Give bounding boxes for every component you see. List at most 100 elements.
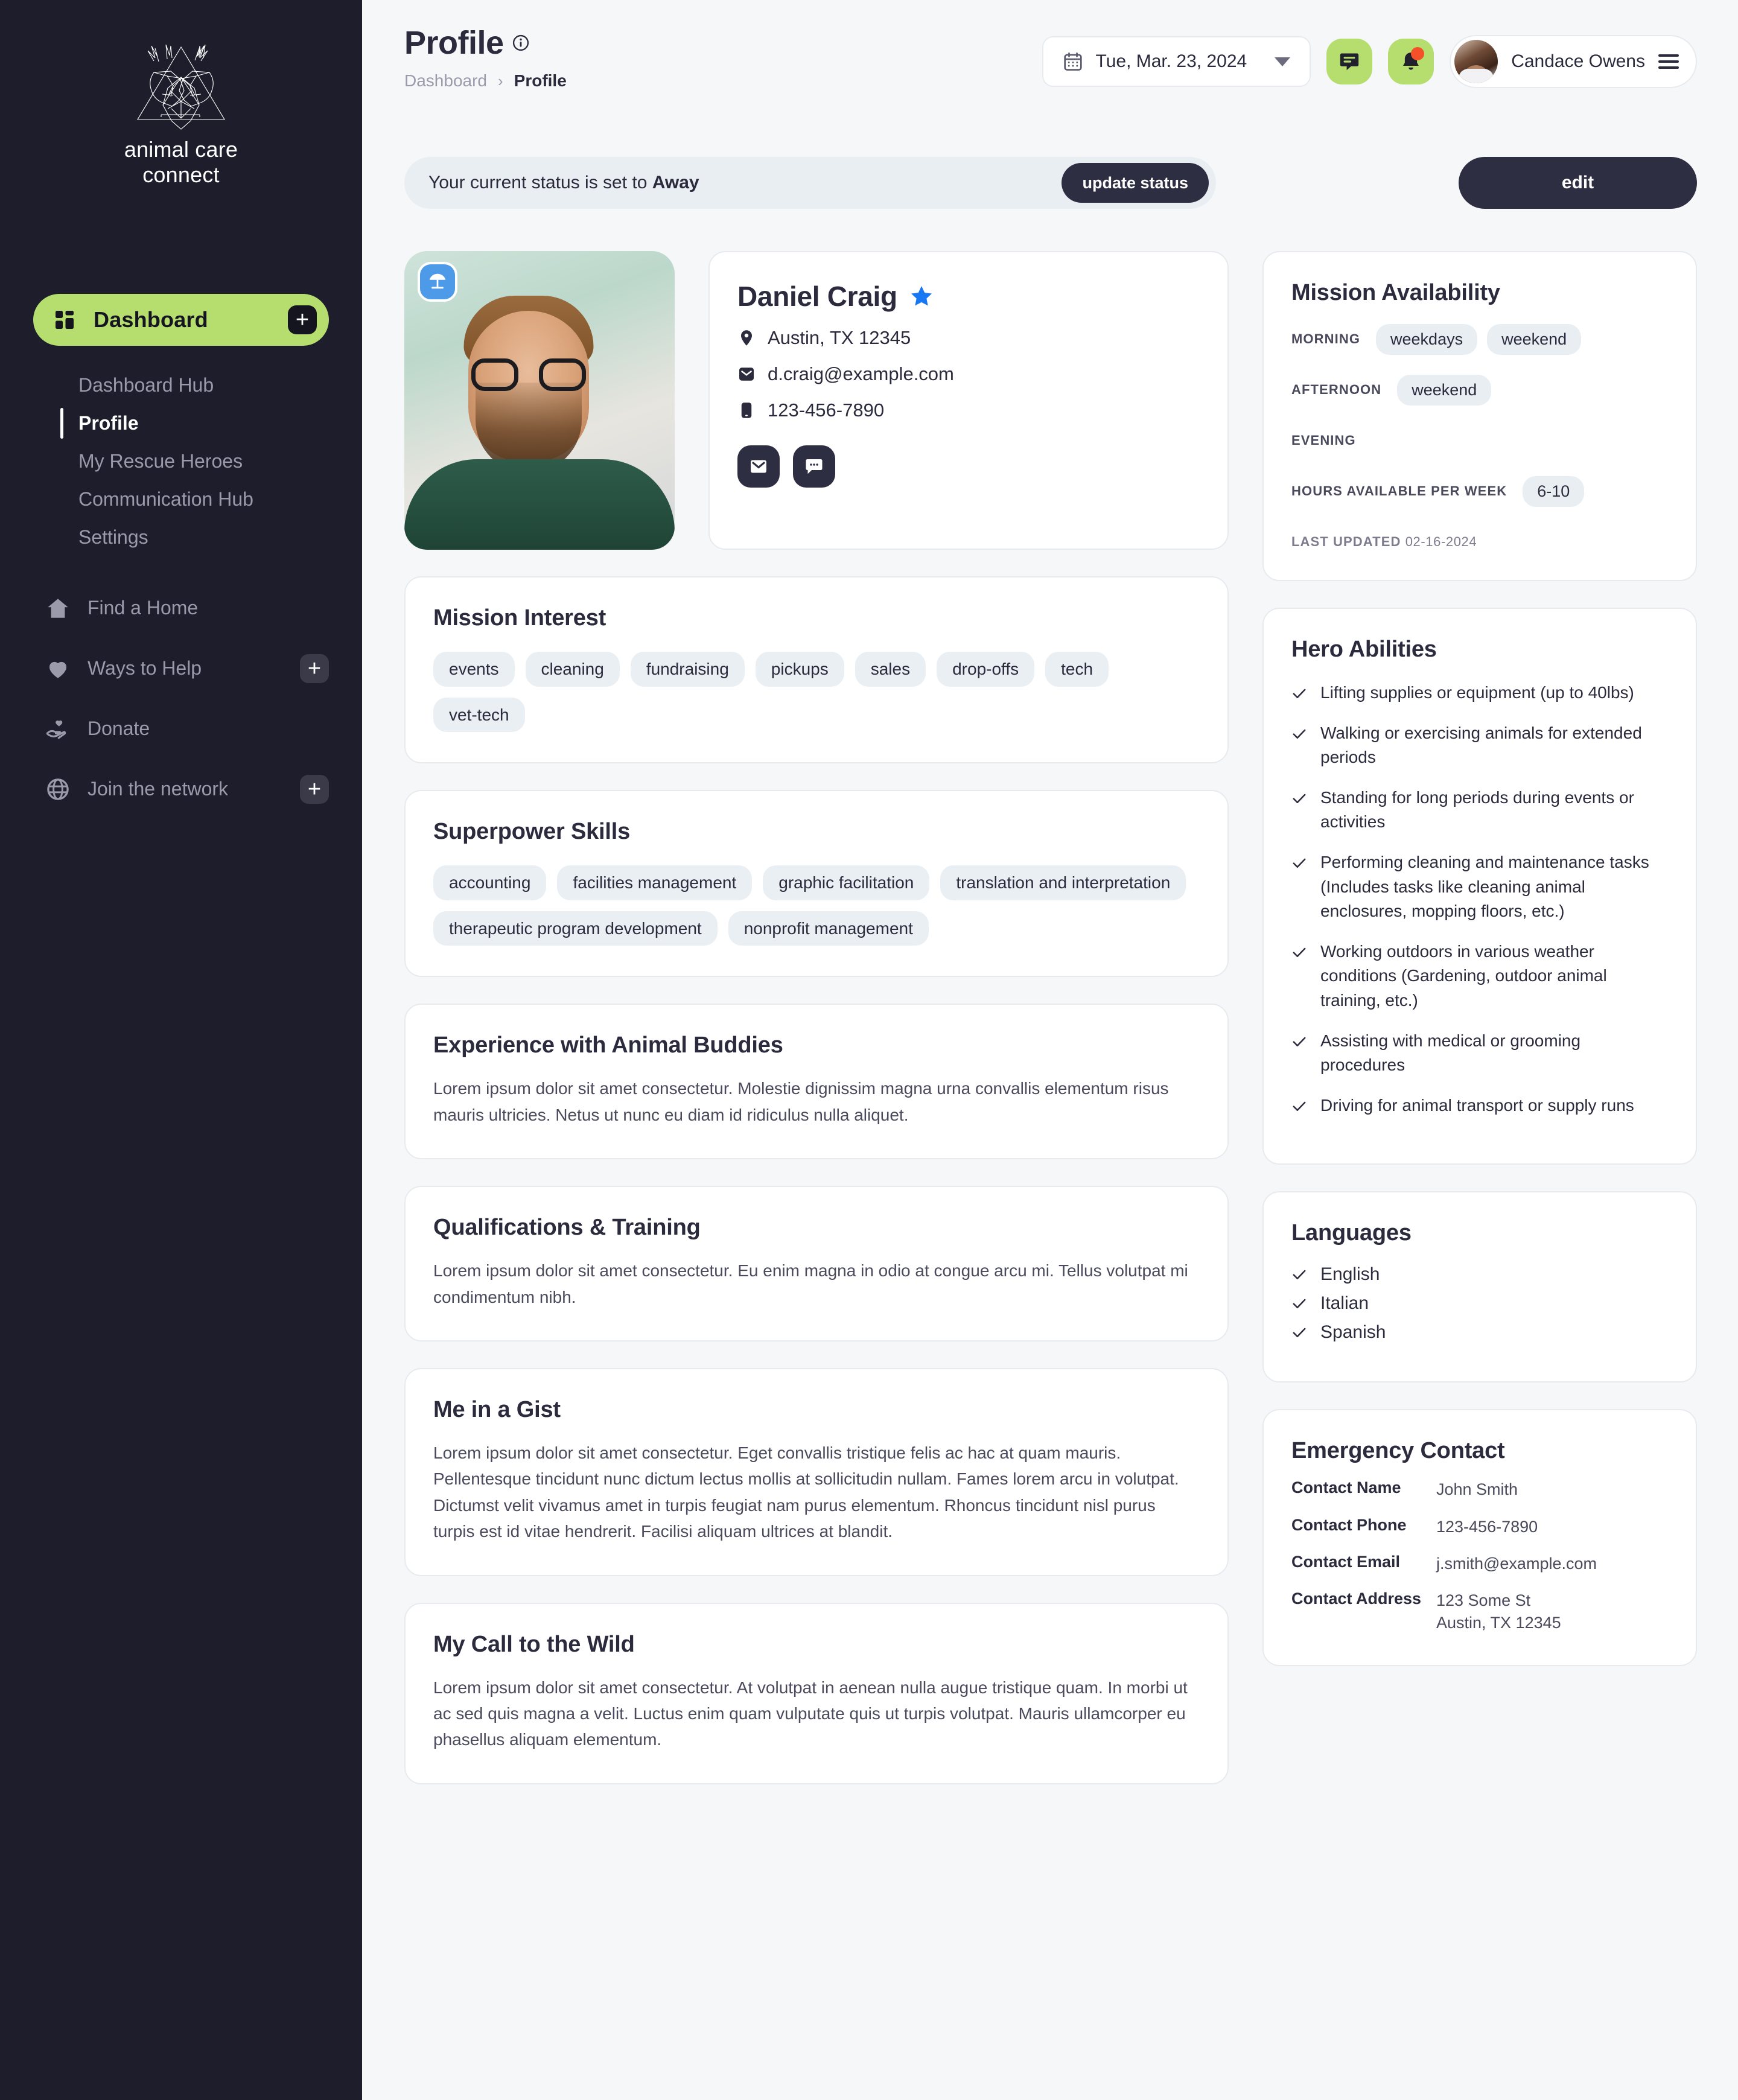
sidebar-item-communication-hub[interactable]: Communication Hub <box>60 480 362 518</box>
sidebar-item-my-rescue-heroes[interactable]: My Rescue Heroes <box>60 442 362 480</box>
contact-address-label: Contact Address <box>1291 1589 1422 1608</box>
date-picker[interactable]: Tue, Mar. 23, 2024 <box>1042 36 1311 87</box>
mission-interest-title: Mission Interest <box>433 605 606 631</box>
location-pin-icon <box>741 330 752 346</box>
list-item: Assisting with medical or grooming proce… <box>1291 1029 1668 1078</box>
qualifications-body: Lorem ipsum dolor sit amet consectetur. … <box>433 1261 1188 1306</box>
avatar <box>1454 40 1498 83</box>
sidebar-item-ways-to-help[interactable]: Ways to Help + <box>0 638 362 699</box>
check-icon <box>1293 689 1306 698</box>
tag-chip[interactable]: pickups <box>755 652 844 687</box>
emergency-contact-card: Emergency Contact Contact Name John Smit… <box>1262 1409 1697 1666</box>
tag-chip[interactable]: fundraising <box>630 652 745 687</box>
contact-phone-value: 123-456-7890 <box>1436 1517 1538 1536</box>
sidebar-item-dashboard[interactable]: Dashboard + <box>33 293 329 346</box>
home-icon <box>48 599 68 618</box>
check-icon <box>1293 1328 1306 1338</box>
availability-values: weekend <box>1397 374 1492 406</box>
tag-chip[interactable]: sales <box>855 652 926 687</box>
mission-availability-card: Mission Availability MORNING weekdays we… <box>1262 251 1697 581</box>
profile-email[interactable]: d.craig@example.com <box>768 363 954 385</box>
availability-chip[interactable]: weekend <box>1487 323 1582 355</box>
hero-ability-text: Assisting with medical or grooming proce… <box>1320 1031 1581 1075</box>
send-email-button[interactable] <box>737 445 780 488</box>
tag-chip[interactable]: translation and interpretation <box>940 865 1186 900</box>
profile-photo-wrap <box>404 251 675 550</box>
contact-name-label: Contact Name <box>1291 1478 1401 1497</box>
availability-chip[interactable]: weekdays <box>1376 323 1478 355</box>
sidebar-item-profile[interactable]: Profile <box>60 404 362 442</box>
sidebar-item-settings[interactable]: Settings <box>60 518 362 556</box>
breadcrumb-current: Profile <box>514 71 567 90</box>
experience-card: Experience with Animal Buddies Lorem ips… <box>404 1004 1229 1160</box>
page-title: Profile <box>404 24 567 62</box>
tag-chip[interactable]: accounting <box>433 865 547 900</box>
sidebar-item-dashboard-hub[interactable]: Dashboard Hub <box>60 366 362 404</box>
availability-hours-row: HOURS AVAILABLE PER WEEK 6-10 <box>1291 474 1668 509</box>
availability-chip[interactable]: weekend <box>1397 374 1492 406</box>
qualifications-card: Qualifications & Training Lorem ipsum do… <box>404 1186 1229 1341</box>
tag-chip[interactable]: facilities management <box>557 865 753 900</box>
sidebar-item-join-the-network[interactable]: Join the network + <box>0 759 362 819</box>
brand-logo[interactable]: animal care connect <box>0 30 362 188</box>
language-text: English <box>1320 1264 1380 1285</box>
sidebar-item-find-a-home-label: Find a Home <box>88 597 199 619</box>
globe-icon <box>47 778 69 800</box>
hero-ability-text: Lifting supplies or equipment (up to 40l… <box>1320 683 1634 702</box>
breadcrumb-parent[interactable]: Dashboard <box>404 71 487 91</box>
brand-name-line1: animal care <box>124 137 238 162</box>
sidebar-sections: Find a Home Ways to Help + Donate Join t… <box>0 578 362 819</box>
edit-button[interactable]: edit <box>1459 157 1697 209</box>
tag-chip[interactable]: vet-tech <box>433 697 525 733</box>
top-bar-actions: Tue, Mar. 23, 2024 Candace Owens <box>1042 24 1697 88</box>
sidebar-item-donate[interactable]: Donate <box>0 699 362 759</box>
join-network-add-button[interactable]: + <box>300 774 329 804</box>
availability-key: MORNING <box>1291 331 1361 346</box>
page-title-text: Profile <box>404 25 504 61</box>
tag-chip[interactable]: cleaning <box>525 652 620 687</box>
last-updated-value: 02-16-2024 <box>1405 534 1477 549</box>
beach-umbrella-glyph <box>429 273 446 289</box>
tag-chip[interactable]: nonprofit management <box>728 911 929 946</box>
emergency-contact-table: Contact Name John Smith Contact Phone 12… <box>1291 1478 1668 1634</box>
user-menu[interactable]: Candace Owens <box>1450 35 1697 88</box>
list-item: Performing cleaning and maintenance task… <box>1291 850 1668 924</box>
check-icon <box>1293 729 1306 739</box>
ways-to-help-add-button[interactable]: + <box>300 654 329 683</box>
table-row: Contact Email j.smith@example.com <box>1291 1553 1668 1575</box>
availability-key: EVENING <box>1291 433 1356 448</box>
brand-name: animal care connect <box>124 137 238 188</box>
tag-chip[interactable]: tech <box>1045 652 1109 687</box>
check-icon <box>1293 1101 1306 1111</box>
tag-chip[interactable]: events <box>433 652 515 687</box>
list-item: Driving for animal transport or supply r… <box>1291 1093 1668 1118</box>
check-icon <box>1293 794 1306 803</box>
envelope-icon <box>739 368 754 381</box>
call-to-the-wild-title: My Call to the Wild <box>433 1631 635 1657</box>
send-message-button[interactable] <box>793 445 835 488</box>
top-bar: Profile Dashboard › Profile Tue, Mar. 23… <box>404 24 1697 91</box>
status-text: Your current status is set to Away <box>428 173 699 193</box>
notifications-button[interactable] <box>1388 39 1434 84</box>
menu-icon[interactable] <box>1658 54 1679 69</box>
me-in-a-gist-body: Lorem ipsum dolor sit amet consectetur. … <box>433 1443 1179 1541</box>
info-icon[interactable] <box>512 34 529 51</box>
dashboard-add-button[interactable]: + <box>288 305 317 334</box>
beach-umbrella-icon[interactable] <box>418 262 457 302</box>
contact-address-value: 123 Some St Austin, TX 12345 <box>1436 1591 1561 1632</box>
sidebar-nav: Dashboard + Dashboard Hub Profile My Res… <box>0 293 362 819</box>
date-picker-value: Tue, Mar. 23, 2024 <box>1095 51 1247 71</box>
tag-chip[interactable]: therapeutic program development <box>433 911 718 946</box>
messages-button[interactable] <box>1326 39 1373 84</box>
mission-interest-card: Mission Interest events cleaning fundrai… <box>404 576 1229 764</box>
status-banner: Your current status is set to Away updat… <box>404 157 1216 209</box>
mission-interest-tags: events cleaning fundraising pickups sale… <box>433 652 1200 733</box>
update-status-button[interactable]: update status <box>1062 163 1209 203</box>
brand-name-line2: connect <box>142 162 220 188</box>
superpower-skills-title: Superpower Skills <box>433 819 631 845</box>
tag-chip[interactable]: graphic facilitation <box>763 865 930 900</box>
sidebar-item-find-a-home[interactable]: Find a Home <box>0 578 362 638</box>
availability-hours-value[interactable]: 6-10 <box>1523 476 1585 507</box>
tag-chip[interactable]: drop-offs <box>937 652 1035 687</box>
profile-phone[interactable]: 123-456-7890 <box>768 399 884 421</box>
